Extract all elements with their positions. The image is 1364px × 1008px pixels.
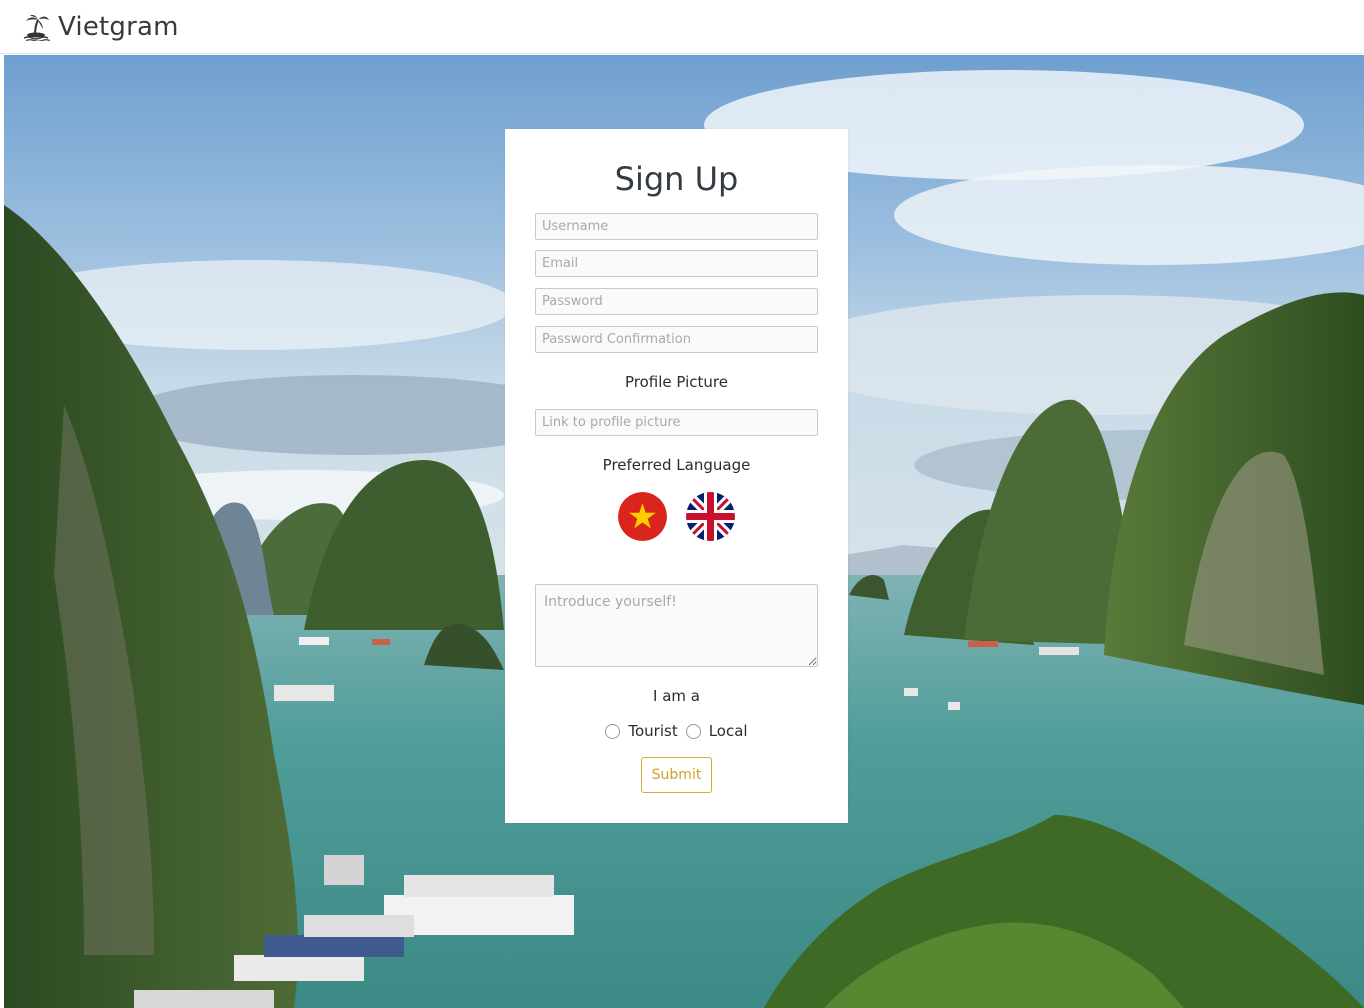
- username-input[interactable]: [535, 213, 818, 240]
- palm-tree-island-icon: [22, 13, 52, 42]
- submit-button[interactable]: Submit: [641, 757, 712, 793]
- tourist-radio-label: Tourist: [628, 722, 678, 740]
- password-input[interactable]: [535, 288, 818, 315]
- language-options: [505, 492, 848, 541]
- password-confirmation-input[interactable]: [535, 326, 818, 353]
- introduction-textarea[interactable]: [535, 584, 818, 667]
- profile-picture-input[interactable]: [535, 409, 818, 436]
- local-radio-label: Local: [708, 722, 748, 740]
- preferred-language-label: Preferred Language: [602, 456, 751, 474]
- page-title: Sign Up: [614, 160, 739, 198]
- tourist-radio[interactable]: [605, 723, 621, 739]
- role-options: Tourist Local: [505, 722, 848, 740]
- email-input[interactable]: [535, 250, 818, 277]
- local-radio[interactable]: [685, 723, 701, 739]
- role-label: I am a: [653, 687, 700, 705]
- vietnamese-flag-icon[interactable]: [618, 492, 667, 541]
- tourist-radio-option[interactable]: Tourist: [605, 722, 678, 740]
- navbar: Vietgram: [0, 0, 1364, 54]
- uk-flag-icon[interactable]: [686, 492, 735, 541]
- signup-card: Sign Up Profile Picture Preferred Langua…: [505, 129, 848, 823]
- brand-name: Vietgram: [58, 11, 179, 42]
- local-radio-option[interactable]: Local: [685, 722, 748, 740]
- profile-picture-label: Profile Picture: [625, 373, 728, 391]
- brand-link[interactable]: Vietgram: [22, 12, 179, 42]
